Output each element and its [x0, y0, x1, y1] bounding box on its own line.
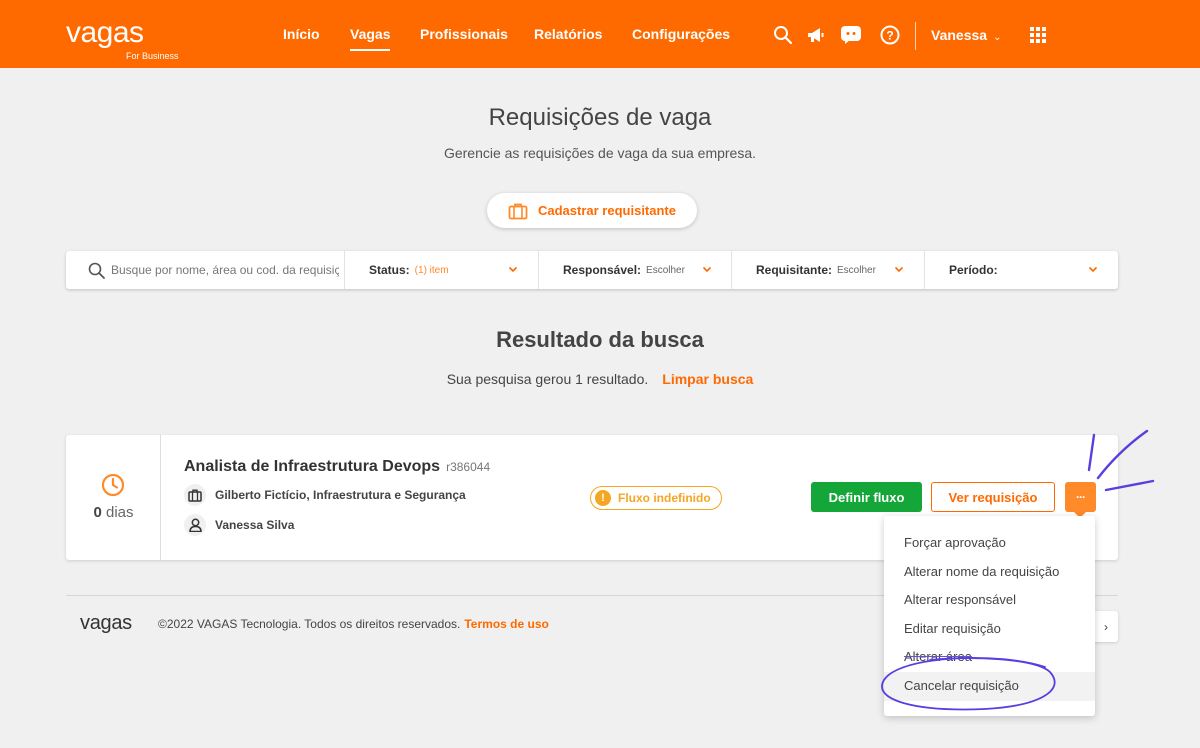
menu-item-change-responsible[interactable]: Alterar responsável: [884, 586, 1095, 615]
filter-bar: Status: (1) item Responsável: Escolher R…: [66, 251, 1118, 289]
responsible-filter-value: Escolher: [646, 264, 685, 276]
footer-logo: vagas: [80, 612, 132, 634]
job-title-text: Analista de Infraestrutura Devops: [184, 458, 441, 475]
days-counter: 0 dias: [66, 435, 161, 560]
user-menu[interactable]: Vanessa ⌄: [931, 27, 1001, 43]
responsible-filter-label: Responsável:: [563, 263, 642, 277]
results-summary: Sua pesquisa gerou 1 resultado.: [446, 371, 649, 387]
days-value: 0 dias: [66, 504, 161, 521]
chevron-down-icon: [508, 266, 518, 273]
results-summary-line: Sua pesquisa gerou 1 resultado. Limpar bu…: [0, 371, 1200, 387]
responsible-name: Vanessa Silva: [215, 518, 295, 532]
search-box: [66, 251, 344, 289]
page-title: Requisições de vaga: [488, 104, 712, 131]
vagas-logo[interactable]: vagas For Business: [66, 16, 179, 62]
user-name: Vanessa: [931, 27, 988, 43]
requester-filter-label: Requisitante:: [756, 263, 833, 277]
requester-filter-value: Escolher: [837, 264, 876, 276]
period-filter[interactable]: Período:: [924, 251, 1118, 289]
svg-text:?: ?: [886, 29, 893, 43]
responsible-person: Vanessa Silva: [184, 514, 294, 536]
clock-icon: [101, 473, 125, 497]
job-code: r386044: [446, 460, 491, 474]
status-badge: ! Fluxo indefinido: [590, 486, 722, 510]
status-filter-label: Status:: [369, 263, 410, 277]
top-navbar: vagas For Business Início Vagas Profissi…: [0, 0, 1200, 68]
add-requester-button[interactable]: Cadastrar requisitante: [487, 193, 697, 228]
clear-search-link[interactable]: Limpar busca: [662, 371, 753, 387]
job-title[interactable]: Analista de Infraestrutura Devops r386044: [184, 458, 490, 476]
nav-profissionais[interactable]: Profissionais: [420, 26, 508, 42]
warning-icon: !: [595, 490, 611, 506]
responsible-filter[interactable]: Responsável: Escolher: [538, 251, 732, 289]
period-filter-label: Período:: [949, 263, 998, 277]
logo-text: vagas: [66, 16, 144, 49]
menu-item-rename-requisition[interactable]: Alterar nome da requisição: [884, 558, 1095, 587]
requester-area: Gilberto Fictício, Infraestrutura e Segu…: [184, 484, 466, 506]
view-requisition-button[interactable]: Ver requisição: [931, 482, 1055, 512]
footer-copyright: ©2022 VAGAS Tecnologia. Todos os direito…: [158, 617, 549, 631]
nav-vagas[interactable]: Vagas: [350, 26, 391, 51]
requester-area-text: Gilberto Fictício, Infraestrutura e Segu…: [215, 488, 466, 502]
chevron-down-icon: ⌄: [993, 32, 1002, 43]
define-flow-button[interactable]: Definir fluxo: [811, 482, 922, 512]
days-label: dias: [105, 504, 134, 521]
status-filter-value: (1) item: [414, 264, 449, 276]
page-subtitle: Gerencie as requisições de vaga da sua e…: [443, 145, 757, 161]
nav-inicio[interactable]: Início: [283, 26, 320, 42]
more-options-button[interactable]: ···: [1065, 482, 1096, 518]
briefcase-icon: [508, 203, 528, 219]
requester-filter[interactable]: Requisitante: Escolher: [731, 251, 924, 289]
status-filter[interactable]: Status: (1) item: [344, 251, 538, 289]
search-icon[interactable]: [772, 24, 794, 46]
logo-subtitle: For Business: [126, 51, 179, 61]
menu-item-change-area[interactable]: Alterar área: [884, 643, 1095, 672]
chevron-down-icon: [894, 266, 904, 273]
header-divider: [915, 22, 916, 50]
menu-item-force-approval[interactable]: Forçar aprovação: [884, 529, 1095, 558]
copyright-text: ©2022 VAGAS Tecnologia. Todos os direito…: [158, 617, 461, 631]
search-input[interactable]: [111, 263, 339, 277]
chat-icon[interactable]: [840, 24, 862, 46]
terms-link[interactable]: Termos de uso: [464, 617, 548, 631]
briefcase-icon: [184, 484, 206, 506]
add-requester-label: Cadastrar requisitante: [538, 203, 676, 218]
menu-item-cancel-requisition[interactable]: Cancelar requisição: [884, 671, 1095, 701]
help-icon[interactable]: ?: [879, 24, 901, 46]
status-badge-text: Fluxo indefinido: [618, 491, 711, 505]
chevron-down-icon: [1088, 266, 1098, 273]
nav-relatorios[interactable]: Relatórios: [534, 26, 602, 42]
apps-grid-icon[interactable]: [1027, 24, 1049, 46]
chevron-down-icon: [702, 266, 712, 273]
menu-item-edit-requisition[interactable]: Editar requisição: [884, 615, 1095, 644]
nav-configuracoes[interactable]: Configurações: [632, 26, 730, 42]
user-icon: [184, 514, 206, 536]
results-title: Resultado da busca: [496, 327, 704, 352]
megaphone-icon[interactable]: [805, 24, 827, 46]
more-options-menu: Forçar aprovação Alterar nome da requisi…: [884, 516, 1095, 716]
search-icon: [88, 262, 105, 279]
days-number: 0: [93, 504, 102, 521]
